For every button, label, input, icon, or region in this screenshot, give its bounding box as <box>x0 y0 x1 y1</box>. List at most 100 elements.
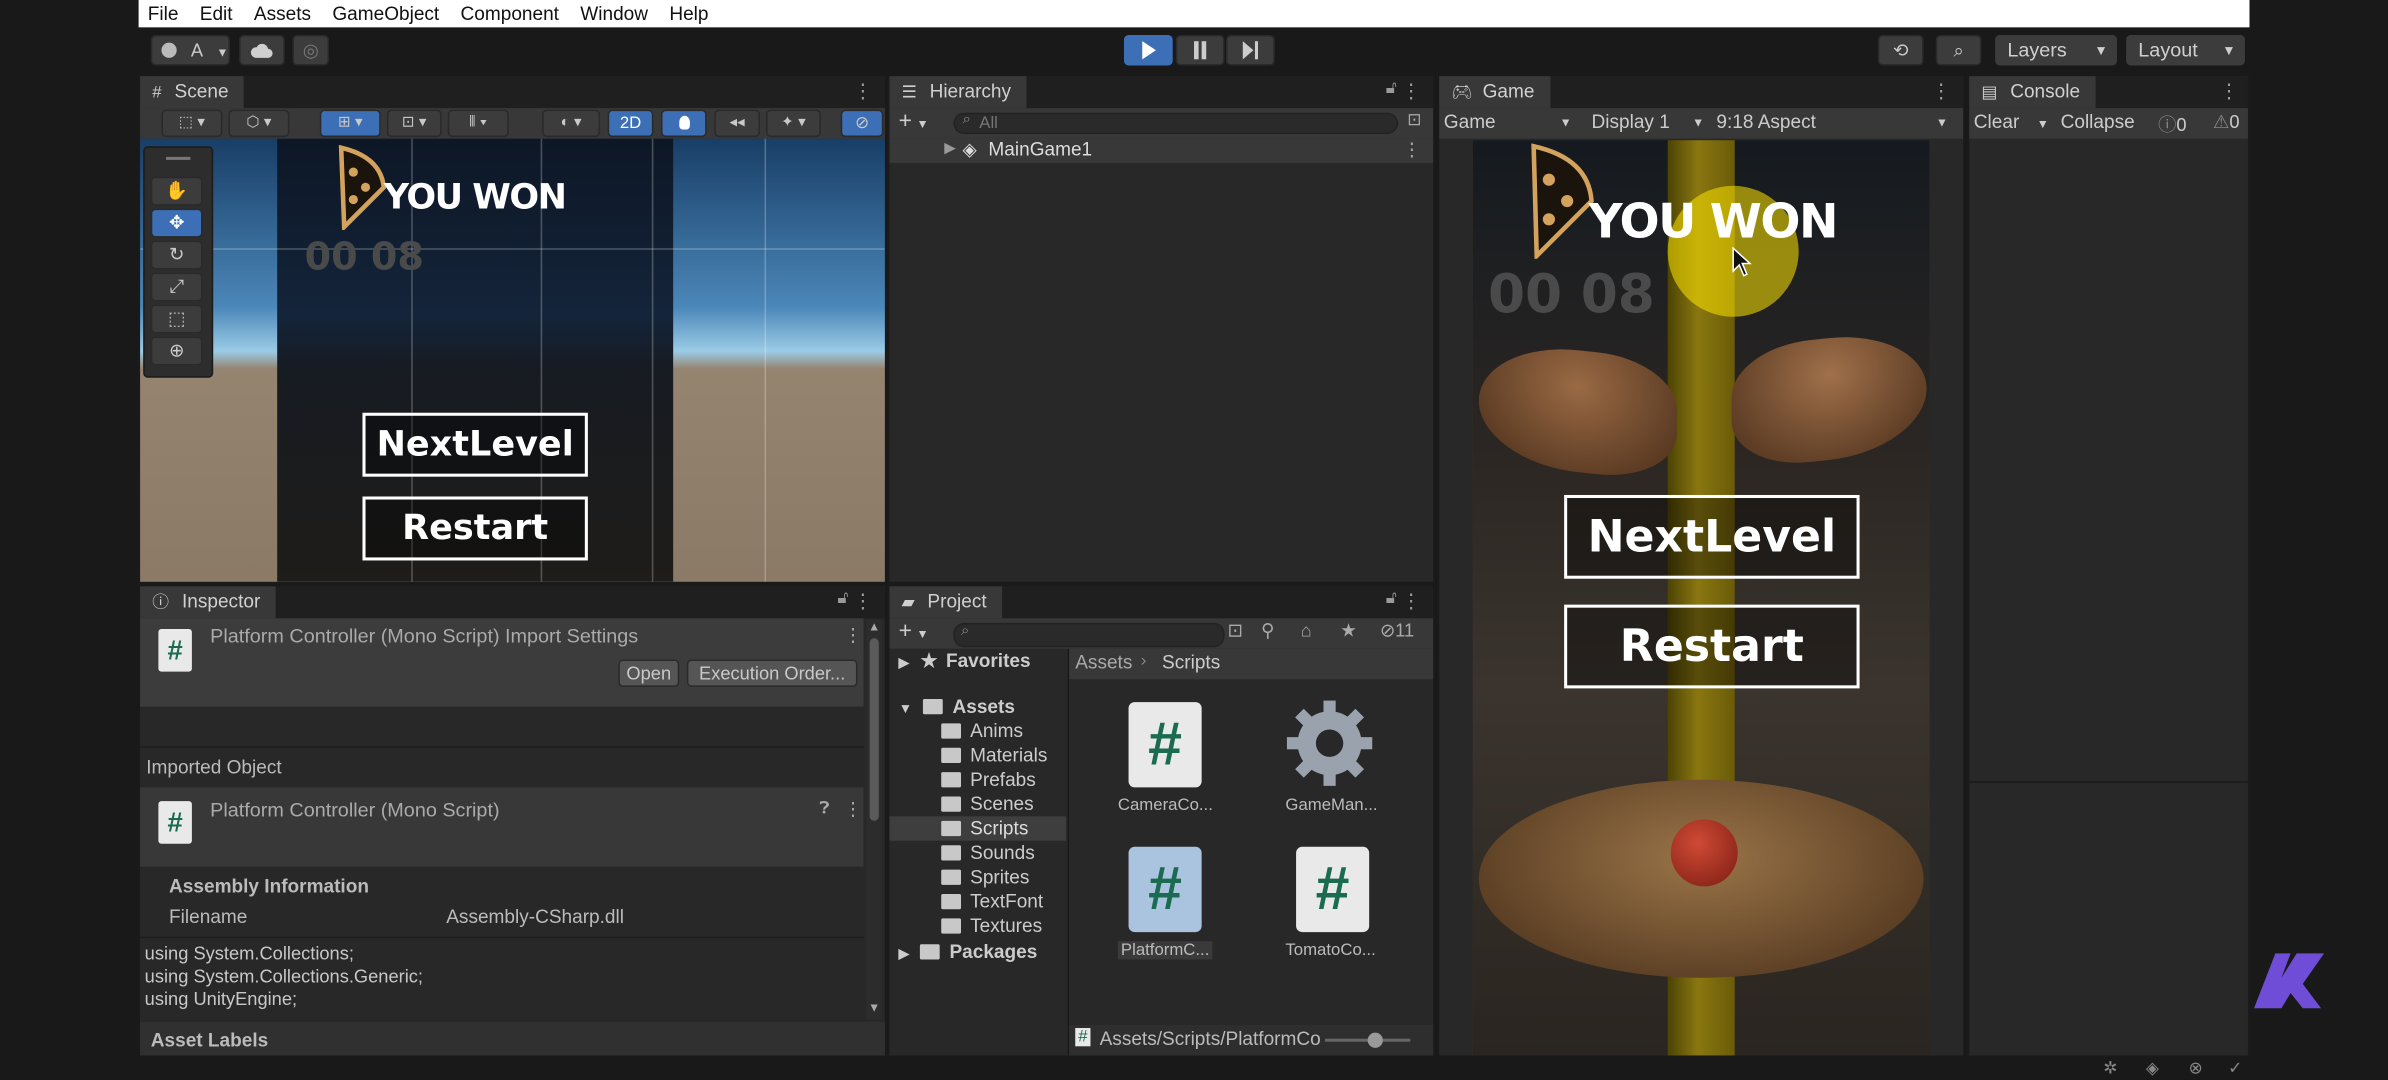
folder-item-anims[interactable]: Anims <box>941 720 1023 742</box>
file-item-platform-controller[interactable]: # PlatformC... <box>1103 844 1225 966</box>
more-icon[interactable]: ⋮ <box>1931 79 1951 103</box>
cloud-button[interactable] <box>239 35 285 66</box>
shading-button[interactable]: ⬡ ▾ <box>228 109 290 138</box>
scroll-up-icon[interactable]: ▲ <box>868 620 880 634</box>
hidden-packages-button[interactable]: ⊘11 <box>1380 620 1414 641</box>
menu-gameobject[interactable]: GameObject <box>323 3 451 24</box>
menu-file[interactable]: File <box>139 3 191 24</box>
icon-size-slider[interactable] <box>1325 1032 1411 1048</box>
help-icon[interactable]: ❓︎ <box>819 800 829 820</box>
step-button[interactable] <box>1226 35 1275 66</box>
game-viewport[interactable]: YOU WON 00 08 NextLevel Restart <box>1472 140 1930 1056</box>
layers-status-icon[interactable]: ◈ <box>2146 1058 2159 1078</box>
tag-icon[interactable]: ⌂ <box>1301 620 1312 641</box>
scene-viewport[interactable]: YOU WON 00 08 NextLevel Restart <box>140 138 885 582</box>
tab-console[interactable]: ▤ Console <box>1969 76 2096 109</box>
aspect-dropdown[interactable]: 9:18 Aspect ▼ <box>1716 111 1947 132</box>
transform-tool-button[interactable]: ⊕ <box>150 336 203 366</box>
scale-tool-button[interactable]: ⤢ <box>150 272 203 302</box>
render-mode-button[interactable]: ◐ ▾ <box>542 109 601 138</box>
folder-item-sprites[interactable]: Sprites <box>941 867 1029 888</box>
folder-item-materials[interactable]: Materials <box>941 745 1047 766</box>
menu-help[interactable]: Help <box>660 3 720 24</box>
menu-component[interactable]: Component <box>451 3 571 24</box>
scroll-thumb[interactable] <box>869 638 879 821</box>
bug-icon[interactable]: ✲ <box>2103 1058 2117 1078</box>
collapse-button[interactable]: Collapse <box>2061 111 2135 132</box>
favorites-item[interactable]: ▶ ★ Favorites <box>899 649 1031 671</box>
effects-button[interactable]: ✦ ▾ <box>766 109 821 138</box>
open-button[interactable]: Open <box>618 659 680 687</box>
grid-snap-button[interactable]: ⊞ ▾ <box>319 109 381 138</box>
execution-order-button[interactable]: Execution Order... <box>686 659 858 687</box>
network-icon[interactable]: ⊗ <box>2189 1058 2203 1078</box>
move-tool-button[interactable]: ✥ <box>150 208 203 238</box>
tab-scene[interactable]: # Scene <box>140 76 244 109</box>
display-dropdown[interactable]: Display 1 ▼ <box>1592 111 1705 132</box>
rect-tool-button[interactable]: ⬚ <box>150 304 203 334</box>
folder-item-scripts[interactable]: Scripts <box>941 818 1028 839</box>
game-next-level-button[interactable]: NextLevel <box>1564 494 1860 579</box>
warning-filter-button[interactable]: ⚠0 <box>2213 111 2240 132</box>
history-button[interactable]: ⟲ <box>1877 35 1924 66</box>
audio-button[interactable]: ◂◂ <box>714 109 760 138</box>
folder-item-sounds[interactable]: Sounds <box>941 842 1035 864</box>
create-asset-button[interactable]: + ▼ <box>899 618 929 644</box>
star-icon[interactable]: ★ <box>1340 620 1356 641</box>
toggle-2d-button[interactable]: 2D <box>607 109 654 138</box>
menu-window[interactable]: Window <box>571 3 660 24</box>
draw-mode-button[interactable]: ⬚ ▾ <box>161 109 223 138</box>
game-restart-button[interactable]: Restart <box>1564 604 1860 689</box>
more-icon[interactable]: ⋮ <box>844 624 862 645</box>
assets-root-item[interactable]: ▼ Assets <box>899 696 1015 717</box>
account-dropdown[interactable]: A ▼ <box>150 35 230 66</box>
search-by-type-icon[interactable]: ⊡ <box>1228 620 1243 641</box>
more-icon[interactable]: ⋮ <box>853 79 873 103</box>
pause-button[interactable] <box>1175 35 1225 66</box>
snap-increment-button[interactable]: ⊡ ▾ <box>386 109 442 138</box>
folder-item-prefabs[interactable]: Prefabs <box>941 769 1036 790</box>
play-button[interactable] <box>1123 35 1173 66</box>
slider-handle[interactable] <box>1367 1032 1383 1048</box>
breadcrumb-assets[interactable]: Assets <box>1075 652 1132 673</box>
inspector-scrollbar[interactable]: ▲ ▼ <box>866 619 882 1019</box>
scroll-down-icon[interactable]: ▼ <box>868 1001 880 1015</box>
file-item-tomato-controller[interactable]: # TomatoCo... <box>1270 844 1392 966</box>
collab-button[interactable]: ◎ <box>292 35 329 66</box>
layout-dropdown[interactable]: Layout ▼ <box>2126 35 2245 66</box>
search-mode-icon[interactable]: ⊡ <box>1407 110 1421 129</box>
add-object-button[interactable]: + ▼ <box>899 108 929 134</box>
clear-button[interactable]: Clear ▼ <box>1974 111 2049 132</box>
more-icon[interactable]: ⋮ <box>1403 139 1421 160</box>
tab-project[interactable]: ▰ Project <box>889 586 1002 619</box>
lighting-button[interactable] <box>660 109 707 138</box>
search-button[interactable]: ⌕ <box>1935 35 1982 66</box>
check-icon[interactable]: ✓ <box>2228 1058 2242 1078</box>
tab-hierarchy[interactable]: ☰ Hierarchy <box>889 76 1027 109</box>
more-icon[interactable]: ⋮ <box>2219 79 2239 103</box>
lock-icon[interactable]: 🔓︎ <box>1386 79 1397 99</box>
more-icon[interactable]: ⋮ <box>1401 79 1421 103</box>
more-icon[interactable]: ⋮ <box>844 798 862 819</box>
packages-item[interactable]: ▶ Packages <box>899 941 1038 962</box>
asset-labels-header[interactable]: Asset Labels <box>151 1030 268 1051</box>
hand-tool-button[interactable]: ✋ <box>150 176 203 206</box>
console-divider[interactable] <box>1969 781 2248 783</box>
tab-game[interactable]: 🎮︎ Game <box>1439 76 1550 109</box>
visibility-button[interactable]: ⊘ <box>840 109 884 138</box>
folder-item-textfont[interactable]: TextFont <box>941 891 1043 912</box>
filter-type-icon[interactable]: ⚲ <box>1261 620 1274 641</box>
list-item[interactable]: ▶ ◈ MainGame1 ⋮ <box>889 138 1434 163</box>
menu-assets[interactable]: Assets <box>245 3 323 24</box>
file-item-game-manager[interactable]: GameMan... <box>1270 699 1392 821</box>
menu-edit[interactable]: Edit <box>191 3 245 24</box>
folder-item-textures[interactable]: Textures <box>941 915 1042 937</box>
game-view-dropdown[interactable]: Game ▼ <box>1444 111 1572 132</box>
layers-dropdown[interactable]: Layers ▼ <box>1995 35 2117 66</box>
project-search-input[interactable]: ⌕ <box>953 622 1225 648</box>
align-button[interactable]: ⫴ ▾ <box>447 109 509 138</box>
more-icon[interactable]: ⋮ <box>853 589 873 613</box>
info-filter-button[interactable]: ⓘ0 <box>2158 111 2186 137</box>
breadcrumb-scripts[interactable]: Scripts <box>1162 652 1220 673</box>
rotate-tool-button[interactable]: ↻ <box>150 240 203 270</box>
